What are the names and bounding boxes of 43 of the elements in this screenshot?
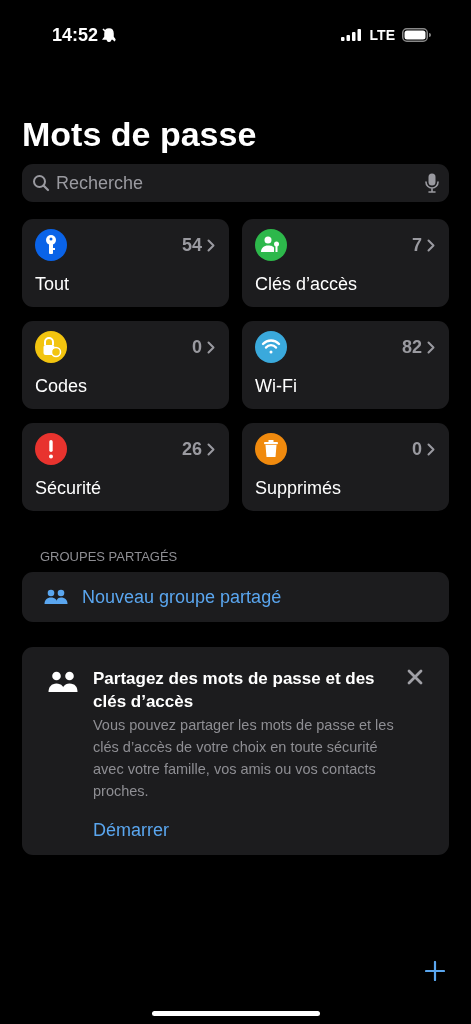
category-tile[interactable]: 54 Tout [22,219,229,307]
item-count: 0 [412,438,422,460]
signal-icon [340,29,363,41]
search-input[interactable]: Recherche [56,172,419,194]
network-label: LTE [369,27,395,43]
muted-bell-icon [101,27,118,43]
section-header: GROUPES PARTAGÉS [40,549,179,564]
category-label: Sécurité [35,478,103,499]
category-tile[interactable]: 7 Clés d’accès [242,219,449,307]
chevron-icon [427,340,435,354]
category-label: Wi-Fi [255,376,298,397]
close-icon[interactable] [407,669,423,685]
chevron-icon [207,340,215,354]
item-count: 26 [181,438,202,460]
category-tile[interactable]: 26 Sécurité [22,423,229,511]
status-time: 14:52 [52,24,99,46]
item-count: 54 [181,234,202,256]
battery-icon [402,28,431,42]
search-icon [32,174,50,192]
category-tile[interactable]: 0 Codes [22,321,229,409]
item-count: 0 [192,336,202,358]
people-icon [44,589,68,605]
microphone-icon[interactable] [425,173,439,193]
category-tile[interactable]: 0 Supprimés [242,423,449,511]
search-field[interactable]: Recherche [22,164,449,202]
category-tile[interactable]: 82 Wi-Fi [242,321,449,409]
chevron-icon [427,442,435,456]
category-label: Supprimés [255,478,343,499]
item-count: 7 [412,234,422,256]
chevron-icon [207,442,215,456]
chevron-icon [427,238,435,252]
category-label: Codes [35,376,89,397]
item-count: 82 [401,336,422,358]
add-icon[interactable] [425,961,445,981]
card-description: Vous pouvez partager les mots de passe et les clés d’accès de votre choix en toute sécurité avec votre famille, vos amis ou vos contacts proches. [93,716,395,801]
chevron-icon [207,238,215,252]
new-group-button[interactable]: Nouveau groupe partagé [22,572,449,622]
start-link[interactable]: Démarrer [93,820,169,841]
category-label: Tout [35,274,71,295]
category-label: Clés d’accès [255,274,359,295]
people-icon [48,671,78,693]
page-title: Mots de passe [22,114,258,154]
card-title: Partagez des mots de passe et des clés d’accès [93,668,376,713]
